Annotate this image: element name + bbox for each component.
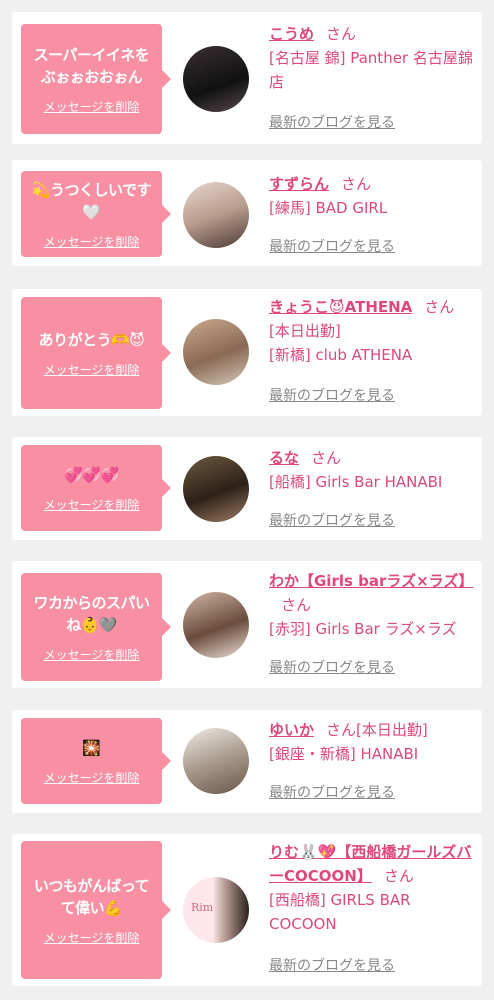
latest-blog-link[interactable]: 最新のブログを見る (269, 112, 395, 132)
cast-name-link[interactable]: りむ🐰💖【西船橋ガールズバーCOCOON】 (269, 843, 471, 885)
message-bubble: いつもがんばってて偉い💪 メッセージを削除 (21, 841, 171, 979)
latest-blog-link[interactable]: 最新のブログを見る (269, 657, 395, 677)
san-label: さん (326, 25, 357, 43)
message-text: いつもがんばってて偉い💪 (33, 876, 150, 917)
san-label: さん (281, 596, 312, 614)
shop-label: [練馬] BAD GIRL (269, 199, 388, 217)
delete-message-link[interactable]: メッセージを削除 (44, 769, 140, 786)
message-bubble: スーパーイイネを ぶぉぉおおぉん メッセージを削除 (21, 24, 171, 134)
san-label: さん (311, 449, 342, 467)
cast-name-link[interactable]: すずらん (269, 175, 329, 193)
message-bubble: ワカからのスパいね👶🩶 メッセージを削除 (21, 573, 171, 681)
cast-name-link[interactable]: るな (269, 449, 299, 467)
list-item: 💞💞💞 メッセージを削除 るな さん [船橋] Girls Bar HANABI … (12, 437, 482, 540)
message-bubble: ありがとう🫶😈 メッセージを削除 (21, 297, 171, 409)
latest-blog-link[interactable]: 最新のブログを見る (269, 510, 395, 530)
status-label: [本日出勤] (356, 721, 428, 739)
list-item: いつもがんばってて偉い💪 メッセージを削除 Rim りむ🐰💖【西船橋ガールズバー… (12, 834, 482, 986)
message-text: 🎇 (82, 738, 101, 757)
status-label: [本日出勤] (269, 322, 341, 340)
cast-name-link[interactable]: ゆいか (269, 721, 314, 739)
latest-blog-link[interactable]: 最新のブログを見る (269, 955, 395, 975)
list-item: ワカからのスパいね👶🩶 メッセージを削除 わか【Girls barラズ×ラズ】さ… (12, 561, 482, 688)
message-text: 💫うつくしいです🤍 (31, 180, 152, 221)
delete-message-link[interactable]: メッセージを削除 (44, 646, 140, 663)
shop-label: [名古屋 錦] Panther 名古屋錦店 (269, 49, 473, 91)
avatar[interactable] (183, 728, 249, 794)
shop-label: [銀座・新橋] HANABI (269, 745, 419, 763)
latest-blog-link[interactable]: 最新のブログを見る (269, 385, 395, 405)
avatar[interactable] (183, 319, 249, 385)
delete-message-link[interactable]: メッセージを削除 (44, 98, 140, 115)
san-label: さん (341, 175, 372, 193)
message-text: スーパーイイネを ぶぉぉおおぉん (33, 45, 150, 86)
avatar[interactable] (183, 46, 249, 112)
cast-name-link[interactable]: きょうこ😈ATHENA (269, 298, 412, 316)
avatar[interactable]: Rim (183, 877, 249, 943)
list-item: 💫うつくしいです🤍 メッセージを削除 すずらん さん [練馬] BAD GIRL … (12, 160, 482, 266)
message-text: ワカからのスパいね👶🩶 (33, 593, 150, 634)
shop-label: [赤羽] Girls Bar ラズ×ラズ (269, 620, 457, 638)
latest-blog-link[interactable]: 最新のブログを見る (269, 782, 395, 802)
san-label: さん (326, 721, 357, 739)
delete-message-link[interactable]: メッセージを削除 (44, 361, 140, 378)
message-bubble: 🎇 メッセージを削除 (21, 718, 171, 804)
shop-label: [船橋] Girls Bar HANABI (269, 473, 443, 491)
san-label: さん (383, 867, 414, 885)
cast-name-link[interactable]: こうめ (269, 25, 314, 43)
cast-name-link[interactable]: わか【Girls barラズ×ラズ】 (269, 572, 473, 590)
message-bubble: 💞💞💞 メッセージを削除 (21, 445, 171, 531)
delete-message-link[interactable]: メッセージを削除 (44, 233, 140, 250)
message-text: 💞💞💞 (64, 465, 119, 484)
avatar[interactable] (183, 182, 249, 248)
delete-message-link[interactable]: メッセージを削除 (44, 496, 140, 513)
shop-label: [新橋] club ATHENA (269, 346, 413, 364)
list-item: スーパーイイネを ぶぉぉおおぉん メッセージを削除 こうめ さん [名古屋 錦] … (12, 12, 482, 144)
avatar[interactable] (183, 592, 249, 658)
avatar[interactable] (183, 456, 249, 522)
message-text: ありがとう🫶😈 (38, 330, 145, 349)
shop-label: [西船橋] GIRLS BAR COCOON (269, 891, 411, 933)
san-label: さん (424, 298, 455, 316)
list-item: 🎇 メッセージを削除 ゆいか さん[本日出勤] [銀座・新橋] HANABI 最新… (12, 710, 482, 813)
latest-blog-link[interactable]: 最新のブログを見る (269, 236, 395, 256)
delete-message-link[interactable]: メッセージを削除 (44, 929, 140, 946)
message-bubble: 💫うつくしいです🤍 メッセージを削除 (21, 171, 171, 257)
avatar-text: Rim (191, 901, 214, 914)
list-item: ありがとう🫶😈 メッセージを削除 きょうこ😈ATHENA さん [本日出勤] [新橋… (12, 289, 482, 416)
